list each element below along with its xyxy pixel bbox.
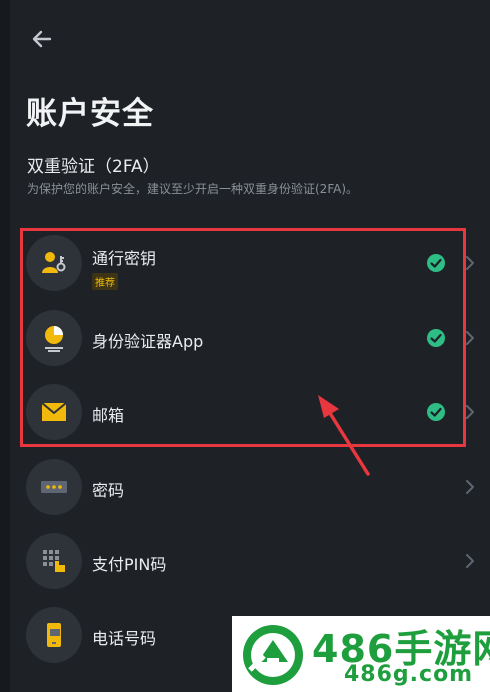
phone-icon-wrap <box>26 607 82 663</box>
list-item-password[interactable]: 密码 <box>26 459 490 527</box>
chevron-right-icon <box>466 480 474 494</box>
back-button[interactable] <box>26 24 58 56</box>
pin-icon <box>43 550 65 572</box>
twofa-section-subtitle: 为保护您的账户安全，建议至少开启一种双重身份验证(2FA)。 <box>27 182 359 196</box>
password-icon-wrap <box>26 459 82 515</box>
twofa-section-title: 双重验证（2FA） <box>27 157 160 177</box>
left-edge <box>0 0 10 692</box>
payment-pin-label: 支付PIN码 <box>92 555 167 574</box>
password-label: 密码 <box>92 481 125 500</box>
watermark-url: 486g.com <box>344 662 474 687</box>
password-icon <box>41 481 67 493</box>
back-arrow-icon <box>32 30 52 48</box>
page-title: 账户安全 <box>26 96 154 132</box>
highlight-box <box>20 228 466 447</box>
list-item-payment-pin[interactable]: 支付PIN码 <box>26 533 490 601</box>
chevron-right-icon <box>466 554 474 568</box>
watermark-logo-icon <box>243 625 303 685</box>
phone-label: 电话号码 <box>92 629 157 648</box>
pin-icon-wrap <box>26 533 82 589</box>
phone-icon <box>47 623 61 647</box>
watermark: 486手游网 486g.com <box>232 616 490 692</box>
account-security-page: 账户安全 双重验证（2FA） 为保护您的账户安全，建议至少开启一种双重身份验证(… <box>0 0 490 692</box>
